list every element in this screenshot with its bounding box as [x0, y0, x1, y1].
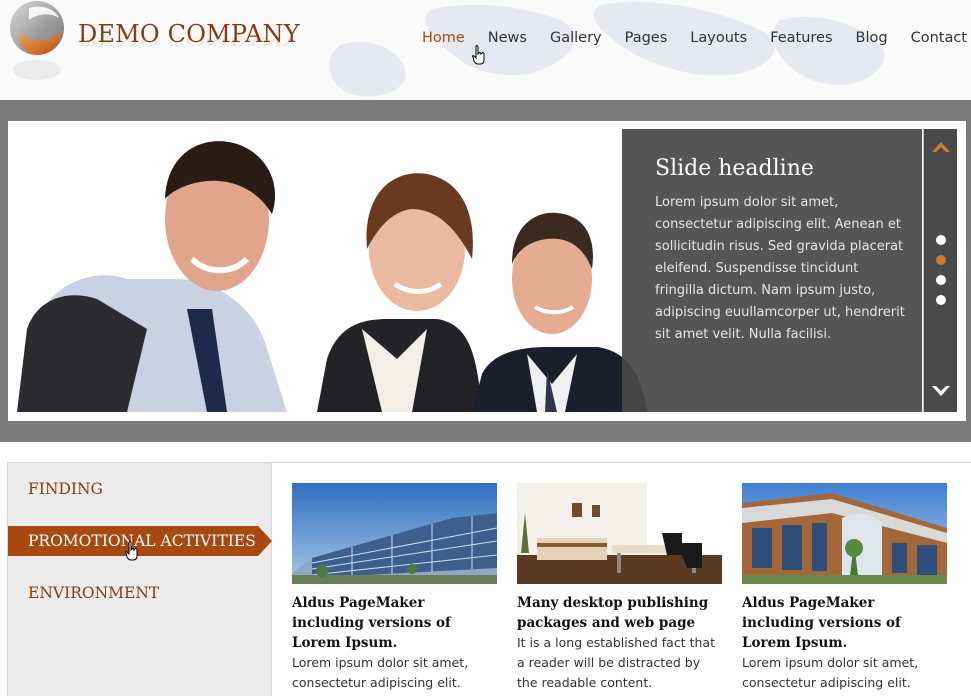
slide-text: Lorem ipsum dolor sit amet, consectetur …	[655, 195, 905, 342]
slider: Slide headline Lorem ipsum dolor sit ame…	[8, 121, 966, 421]
nav-layouts[interactable]: Layouts	[690, 30, 747, 46]
sidebar-item-finding[interactable]: FINDING	[8, 474, 273, 504]
card-1-text: Lorem ipsum dolor sit amet, consectetur …	[292, 655, 469, 696]
nav-news[interactable]: News	[488, 30, 527, 46]
slide-down-arrow-icon[interactable]	[929, 381, 953, 401]
nav-contact[interactable]: Contact	[911, 30, 967, 46]
main-nav: Home News Gallery Pages Layouts Features…	[399, 30, 967, 46]
hand-cursor-icon	[125, 541, 138, 561]
slide-headline: Slide headline	[655, 156, 814, 181]
hand-cursor-icon	[472, 45, 485, 65]
feature-cards: Aldus PageMaker including versions of Lo…	[272, 462, 971, 696]
office-building-image[interactable]	[292, 483, 497, 584]
company-name-reflection: DEMO COMPANY	[78, 35, 298, 48]
card-2[interactable]: Many desktop publishing packages and web…	[517, 483, 723, 693]
sidebar-item-environment[interactable]: ENVIRONMENT	[8, 578, 273, 608]
slide-caption: Slide headline Lorem ipsum dolor sit ame…	[622, 129, 922, 412]
slider-band: Slide headline Lorem ipsum dolor sit ame…	[0, 100, 971, 442]
card-1[interactable]: Aldus PageMaker including versions of Lo…	[292, 483, 498, 696]
office-interior-image[interactable]	[517, 483, 722, 584]
nav-gallery[interactable]: Gallery	[550, 30, 602, 46]
sidebar-menu: FINDING PROMOTIONAL ACTIVITIES ENVIRONME…	[7, 462, 272, 696]
card-3-text: Lorem ipsum dolor sit amet, consectetur …	[742, 655, 919, 696]
slide-up-arrow-icon[interactable]	[929, 137, 953, 157]
modern-building-image[interactable]	[742, 483, 947, 584]
nav-blog[interactable]: Blog	[856, 30, 888, 46]
slide-dot-2[interactable]	[936, 255, 946, 265]
card-1-title[interactable]: Aldus PageMaker including versions of Lo…	[292, 593, 498, 653]
card-3-title[interactable]: Aldus PageMaker including versions of Lo…	[742, 593, 948, 653]
company-logo-icon[interactable]	[5, 0, 69, 90]
slide-dot-3[interactable]	[936, 275, 946, 285]
card-3[interactable]: Aldus PageMaker including versions of Lo…	[742, 483, 948, 696]
nav-pages[interactable]: Pages	[625, 30, 668, 46]
nav-features[interactable]: Features	[770, 30, 832, 46]
slider-controls	[923, 129, 957, 412]
slide-dot-4[interactable]	[936, 295, 946, 305]
nav-home[interactable]: Home	[422, 30, 465, 46]
card-2-title[interactable]: Many desktop publishing packages and web…	[517, 593, 723, 633]
card-2-text: It is a long established fact that a rea…	[517, 635, 715, 690]
slide-dot-1[interactable]	[936, 235, 946, 245]
content-area: FINDING PROMOTIONAL ACTIVITIES ENVIRONME…	[0, 442, 971, 696]
site-header: DEMO COMPANY DEMO COMPANY Home News Gall…	[0, 0, 971, 100]
